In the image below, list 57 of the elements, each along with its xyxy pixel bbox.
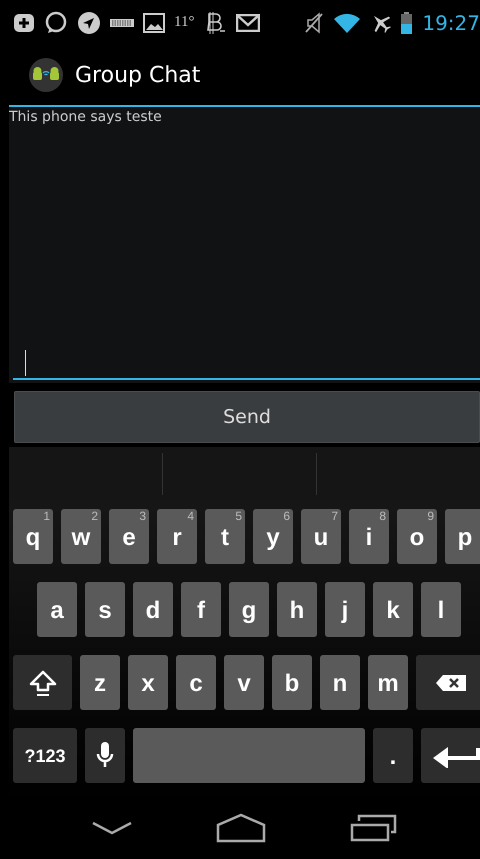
keyboard-key[interactable]: s xyxy=(85,582,125,637)
wifi-icon xyxy=(333,12,362,34)
keyboard-key[interactable]: w 2 xyxy=(61,509,101,564)
keyboard-key[interactable]: i 8 xyxy=(349,509,389,564)
number-hint: 4 xyxy=(187,510,194,522)
navigation-icon xyxy=(77,10,101,34)
keyboard-key[interactable]: r 4 xyxy=(157,509,197,564)
chat-message: This phone says teste xyxy=(9,108,163,127)
keyboard-key[interactable]: f xyxy=(181,582,221,637)
number-hint: 5 xyxy=(235,510,242,522)
app-icon[interactable] xyxy=(29,58,63,92)
keyboard-key[interactable]: d xyxy=(133,582,173,637)
number-hint: 7 xyxy=(331,510,338,522)
keyboard-key[interactable]: k xyxy=(373,582,413,637)
keyboard-key[interactable]: u 7 xyxy=(301,509,341,564)
chat-bubble-icon xyxy=(44,10,68,34)
send-button[interactable]: Send xyxy=(14,391,480,443)
shift-icon[interactable] xyxy=(28,670,56,696)
keyboard-key[interactable]: b xyxy=(272,655,312,710)
keyboard-key[interactable]: z xyxy=(80,655,120,710)
temperature-text: 11° xyxy=(174,13,194,32)
keyboard-key[interactable]: l xyxy=(421,582,461,637)
keyboard-key[interactable]: o 9 xyxy=(397,509,437,564)
keyboard-key[interactable]: t 5 xyxy=(205,509,245,564)
number-hint: 3 xyxy=(139,510,146,522)
number-hint: 2 xyxy=(91,510,98,522)
number-hint: 6 xyxy=(283,510,290,522)
keyboard-key[interactable]: p xyxy=(445,509,480,564)
mail-icon xyxy=(236,14,260,32)
number-hint: 9 xyxy=(427,510,434,522)
period-key[interactable]: . xyxy=(373,728,413,783)
image-icon xyxy=(143,12,165,32)
symbols-key[interactable]: ?123 xyxy=(13,728,77,783)
keyboard-key[interactable]: y 6 xyxy=(253,509,293,564)
number-hint: 8 xyxy=(379,510,386,522)
backspace-icon[interactable] xyxy=(435,674,467,692)
keyboard-key[interactable]: g xyxy=(229,582,269,637)
keyboard-key[interactable]: e 3 xyxy=(109,509,149,564)
keyboard-key[interactable]: a xyxy=(37,582,77,637)
muted-speaker-icon xyxy=(304,12,324,34)
battery-icon xyxy=(401,12,412,34)
keyboard-key[interactable]: j xyxy=(325,582,365,637)
keyboard-key[interactable]: n xyxy=(320,655,360,710)
microphone-icon[interactable] xyxy=(96,742,114,770)
keyboard-key[interactable]: v xyxy=(224,655,264,710)
app-title: Group Chat xyxy=(75,62,200,90)
home-icon[interactable] xyxy=(216,813,266,843)
number-hint: 1 xyxy=(43,510,50,522)
add-icon xyxy=(13,12,35,34)
keyboard-key[interactable]: q 1 xyxy=(13,509,53,564)
keyboard-key[interactable]: m xyxy=(368,655,408,710)
keyboard-key[interactable]: x xyxy=(128,655,168,710)
keyboard-key[interactable]: c xyxy=(176,655,216,710)
keyboard-key[interactable]: h xyxy=(277,582,317,637)
recent-apps-icon[interactable] xyxy=(350,814,398,842)
back-icon[interactable] xyxy=(90,820,133,836)
clock-text: 19:27 xyxy=(422,10,480,36)
